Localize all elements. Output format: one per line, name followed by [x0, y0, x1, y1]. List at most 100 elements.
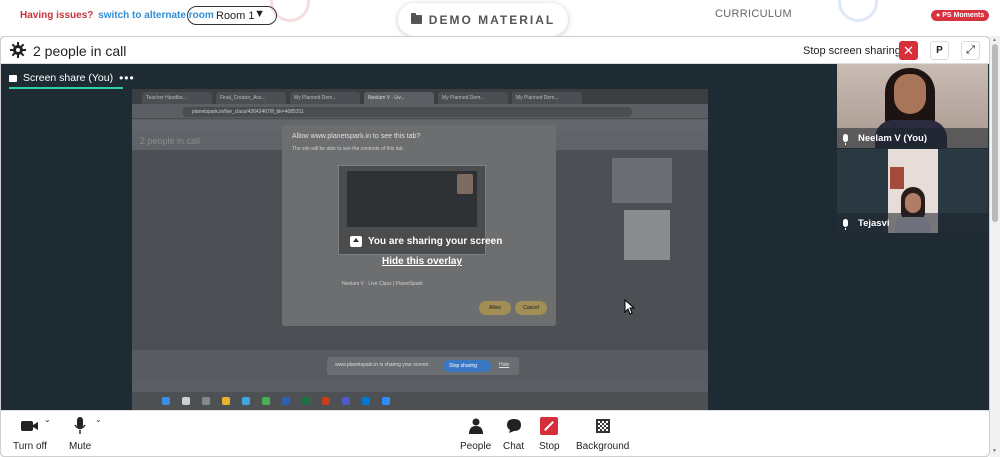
room-select-value: Room 1: [216, 9, 255, 22]
teams-icon: [342, 397, 350, 405]
inner-participant-thumb: [624, 210, 670, 260]
zoom-icon: [382, 397, 390, 405]
microphone-icon: [74, 415, 86, 437]
gear-icon[interactable]: [10, 42, 26, 58]
taskview-icon: [202, 397, 210, 405]
participant-label: Tejasvi: [837, 213, 988, 233]
page-scrollbar[interactable]: ▲ ▼: [990, 36, 1000, 457]
scroll-up-icon[interactable]: ▲: [992, 37, 997, 43]
people-label: People: [460, 441, 492, 452]
stop-label: Stop: [539, 441, 560, 452]
mute-label: Mute: [69, 441, 92, 452]
chat-button[interactable]: Chat: [503, 415, 524, 452]
ps-moments-label: PS Moments: [942, 12, 985, 19]
inner-stop-sharing: Stop sharing: [443, 360, 491, 372]
expand-button[interactable]: ⤢: [961, 41, 980, 60]
browser-tab-strip: Teacher Handbo... Final_Creator_Ass... M…: [132, 89, 708, 104]
search-icon: [182, 397, 190, 405]
monitor-icon: [9, 74, 17, 82]
stop-sharing-close-button[interactable]: ✕: [899, 41, 918, 60]
stop-screen-sharing-label: Stop screen sharing: [803, 45, 901, 57]
preview-face: [457, 174, 473, 194]
scroll-down-icon[interactable]: ▼: [992, 448, 997, 454]
dialog-cancel-button: Cancel: [515, 301, 547, 315]
dropdown-caret-icon: ▼: [254, 8, 265, 20]
excel-icon: [302, 397, 310, 405]
edge-icon: [242, 397, 250, 405]
inner-hide: Hide: [499, 362, 510, 368]
close-icon: ✕: [903, 42, 914, 58]
powerpoint-icon: [322, 397, 330, 405]
participant-video: [894, 74, 926, 114]
inner-participant-thumb: [612, 158, 672, 203]
demo-material-label: DEMO MATERIAL: [428, 12, 556, 27]
expand-icon: ⤢: [966, 44, 975, 56]
inner-share-notice: www.planetspark.in is sharing your scree…: [327, 357, 519, 375]
room-select[interactable]: Room 1 ▼: [187, 6, 277, 25]
top-bar: Having issues? switch to alternate room …: [0, 0, 1000, 36]
dialog-title: Allow www.planetspark.in to see this tab…: [292, 133, 421, 140]
shared-screen: Teacher Handbo... Final_Creator_Ass... M…: [132, 89, 708, 410]
people-count: 2 people in call: [33, 43, 127, 59]
call-toolbar: Turn off ⌄ Mute ⌄ People Chat Stop Backg…: [1, 410, 989, 456]
demo-material-button[interactable]: DEMO MATERIAL: [398, 3, 568, 36]
browser-tab: My Planned Dem...: [290, 92, 360, 104]
chat-label: Chat: [503, 441, 525, 452]
camera-button[interactable]: Turn off: [13, 415, 47, 452]
call-header: 2 people in call Stop screen sharing ✕ P…: [1, 37, 989, 64]
background-icon: [595, 419, 610, 433]
decorative-arc: [838, 0, 878, 22]
issue-notice: Having issues? switch to alternate room: [20, 10, 214, 21]
mouse-pointer-icon: [624, 299, 636, 315]
dialog-allow-button: Allow: [479, 301, 511, 315]
ps-moments-button[interactable]: ● PS Moments: [931, 10, 990, 21]
call-window: 2 people in call Stop screen sharing ✕ P…: [0, 36, 990, 457]
video-camera-icon: [20, 415, 39, 437]
person-icon: [468, 415, 483, 437]
share-notice-text: www.planetspark.in is sharing your scree…: [335, 362, 430, 368]
stop-share-icon: [540, 417, 559, 435]
issue-text: Having issues?: [20, 10, 94, 21]
stop-share-button[interactable]: Stop: [539, 415, 560, 452]
folder-icon: [222, 397, 230, 405]
people-button[interactable]: People: [460, 415, 491, 452]
chat-bubble-icon: [506, 415, 522, 437]
participant-tile[interactable]: Tejasvi: [837, 149, 988, 233]
hide-overlay-link[interactable]: Hide this overlay: [382, 256, 462, 267]
browser-tab: Neelam V · Liv...: [364, 92, 434, 104]
browser-address-bar: planetspark.in/live_class/42642467/fl_bk…: [132, 104, 708, 119]
browser-tab: My Planned Dem...: [512, 92, 582, 104]
camera-icon: ●: [936, 12, 941, 19]
more-options-icon[interactable]: •••: [119, 71, 135, 85]
active-tab-indicator: [9, 87, 123, 89]
scrollbar-thumb[interactable]: [992, 44, 998, 222]
windows-icon: [162, 397, 170, 405]
p-button[interactable]: P: [930, 41, 949, 60]
word-icon: [282, 397, 290, 405]
windows-taskbar: [132, 392, 708, 410]
screen-share-tab[interactable]: Screen share (You) •••: [9, 69, 135, 87]
sharing-overlay-text: You are sharing your screen: [368, 235, 503, 247]
background-button[interactable]: Background: [576, 415, 629, 452]
mic-icon: [843, 219, 848, 230]
mute-button[interactable]: Mute: [69, 415, 91, 452]
participant-name: Neelam V (You): [858, 132, 927, 144]
browser-tab: My Planned Dem...: [438, 92, 508, 104]
participant-label: Neelam V (You): [837, 128, 988, 148]
background-label: Background: [576, 441, 630, 452]
dialog-subtitle: The site will be able to see the content…: [292, 146, 405, 152]
browser-tab: Final_Creator_Ass...: [216, 92, 286, 104]
participant-video: [890, 167, 904, 189]
browser-tab: Teacher Handbo...: [142, 92, 212, 104]
screen-share-tab-label: Screen share (You): [23, 72, 114, 84]
upload-icon: [350, 235, 362, 247]
curriculum-link[interactable]: CURRICULUM: [715, 8, 792, 20]
dialog-tab-label: Neelam V · Live Class | PlanetSpark: [342, 281, 423, 287]
mic-icon: [843, 134, 848, 145]
participant-tile-self[interactable]: Neelam V (You): [837, 64, 988, 148]
chevron-down-icon[interactable]: ⌄: [44, 415, 51, 424]
outlook-icon: [362, 397, 370, 405]
sharing-overlay-title: You are sharing your screen: [350, 234, 502, 248]
chevron-down-icon[interactable]: ⌄: [95, 415, 102, 424]
participant-video: [905, 193, 921, 213]
